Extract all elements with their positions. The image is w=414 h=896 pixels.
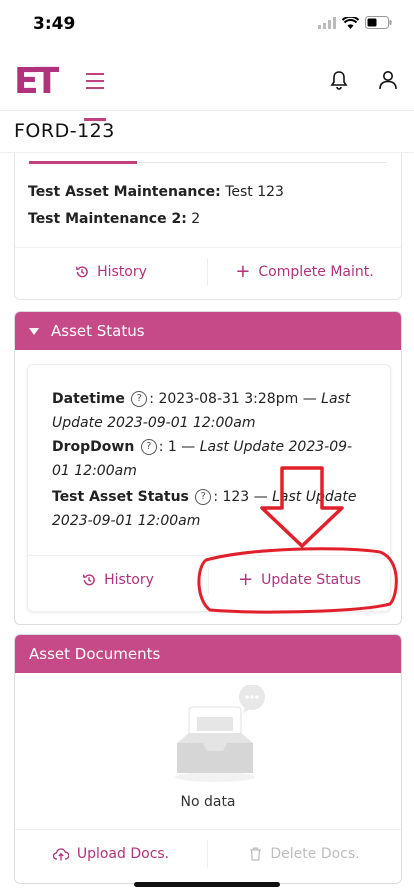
bell-icon[interactable] bbox=[330, 70, 348, 90]
update-status-button[interactable]: + Update Status bbox=[209, 556, 390, 604]
status-icons bbox=[318, 16, 392, 29]
status-row-test-asset-status: Test Asset Status ?: 123 — Last Update 2… bbox=[52, 485, 362, 533]
help-icon[interactable]: ? bbox=[131, 391, 148, 407]
maintenance-field: Test Asset Maintenance: Test 123 bbox=[28, 184, 284, 200]
cloud-upload-icon bbox=[52, 848, 69, 861]
active-tab-indicator bbox=[29, 161, 137, 164]
maintenance-card: Test Asset Maintenance: Test 123 Test Ma… bbox=[14, 153, 402, 300]
help-icon[interactable]: ? bbox=[195, 489, 212, 505]
app-logo[interactable]: ET bbox=[14, 62, 59, 102]
tab-divider bbox=[137, 162, 387, 163]
page-title: FORD-123 bbox=[14, 120, 115, 142]
history-icon bbox=[83, 574, 95, 586]
help-icon[interactable]: ? bbox=[140, 439, 157, 455]
section-title: Asset Documents bbox=[29, 645, 161, 663]
asset-status-card: Datetime ?: 2023-08-31 3:28pm — Last Upd… bbox=[27, 364, 391, 612]
asset-status-header[interactable]: Asset Status bbox=[15, 312, 401, 350]
documents-actions: Upload Docs. Delete Docs. bbox=[15, 829, 401, 878]
status-history-button[interactable]: History bbox=[28, 556, 208, 604]
update-status-label: Update Status bbox=[261, 572, 361, 588]
history-label: History bbox=[97, 264, 147, 280]
maintenance-history-button[interactable]: History bbox=[15, 248, 207, 296]
plus-icon: + bbox=[238, 569, 254, 590]
history-icon bbox=[76, 266, 88, 278]
home-indicator[interactable] bbox=[134, 882, 280, 887]
trash-icon bbox=[250, 847, 262, 861]
field-value: 2 bbox=[191, 211, 201, 227]
field-value: Test 123 bbox=[225, 184, 284, 200]
delete-docs-button[interactable]: Delete Docs. bbox=[208, 830, 401, 878]
status-label: Datetime bbox=[52, 391, 125, 407]
asset-documents-section: Asset Documents No data Upload Docs. Del… bbox=[14, 634, 402, 884]
delete-label: Delete Docs. bbox=[270, 846, 360, 862]
field-label: Test Asset Maintenance: bbox=[28, 184, 221, 200]
status-row-dropdown: DropDown ?: 1 — Last Update 2023-09-01 1… bbox=[52, 435, 362, 483]
status-value: : 2023-08-31 3:28pm — bbox=[149, 391, 322, 407]
maintenance-field: Test Maintenance 2: 2 bbox=[28, 211, 200, 227]
history-label: History bbox=[104, 572, 154, 588]
wifi-icon bbox=[342, 16, 359, 29]
maintenance-actions: History + Complete Maint. bbox=[15, 247, 401, 296]
asset-status-section: Asset Status Datetime ?: 2023-08-31 3:28… bbox=[14, 311, 402, 625]
caret-down-icon bbox=[29, 327, 39, 335]
status-actions: History + Update Status bbox=[28, 555, 390, 604]
complete-maintenance-button[interactable]: + Complete Maint. bbox=[208, 248, 401, 296]
upload-docs-button[interactable]: Upload Docs. bbox=[15, 830, 207, 878]
status-time: 3:49 bbox=[33, 14, 76, 34]
status-row-datetime: Datetime ?: 2023-08-31 3:28pm — Last Upd… bbox=[52, 387, 362, 435]
status-bar: 3:49 bbox=[0, 0, 414, 50]
status-value: : 1 — bbox=[158, 439, 200, 455]
asset-documents-header[interactable]: Asset Documents bbox=[15, 635, 401, 673]
status-value: : 123 — bbox=[213, 489, 273, 505]
status-label: Test Asset Status bbox=[52, 489, 189, 505]
empty-inbox-icon bbox=[175, 685, 265, 782]
empty-state-text: No data bbox=[180, 794, 236, 810]
section-title: Asset Status bbox=[51, 322, 145, 340]
field-label: Test Maintenance 2: bbox=[28, 211, 187, 227]
battery-icon bbox=[365, 16, 392, 29]
status-label: DropDown bbox=[52, 439, 135, 455]
user-icon[interactable] bbox=[378, 70, 398, 90]
upload-label: Upload Docs. bbox=[76, 846, 170, 862]
signal-icon bbox=[318, 16, 336, 29]
complete-label: Complete Maint. bbox=[258, 264, 374, 280]
plus-icon: + bbox=[235, 261, 251, 282]
app-header: ET bbox=[0, 50, 414, 121]
menu-button[interactable] bbox=[84, 62, 108, 121]
